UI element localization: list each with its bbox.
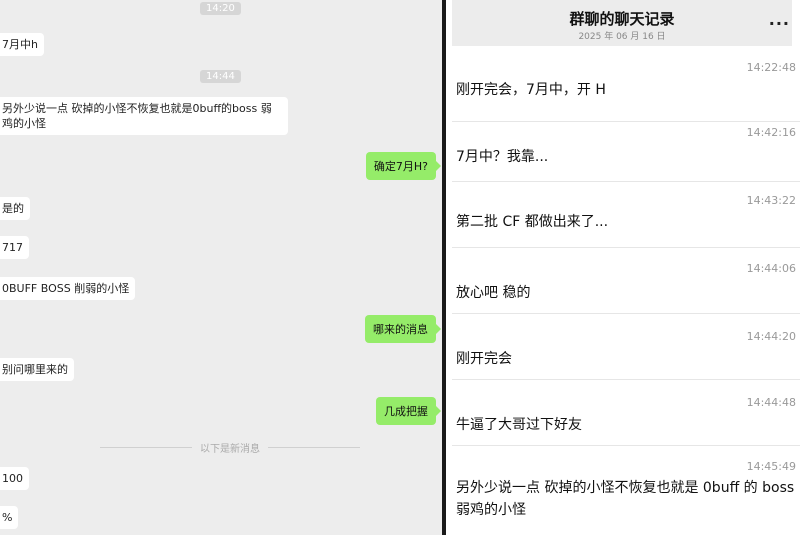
incoming-message[interactable]: % (0, 506, 19, 529)
chat-history-panel: 群聊的聊天记录 2025 年 06 月 16 日 ... 14:22:48 刚开… (446, 0, 800, 535)
new-messages-divider: 以下是新消息 (100, 440, 360, 455)
incoming-message[interactable]: 100 (0, 467, 29, 490)
timestamp: 14:44 (200, 70, 241, 83)
history-message[interactable]: 14:44:06 放心吧 稳的 (446, 248, 800, 314)
message-text: 刚开完会 (456, 351, 512, 367)
message-text: 7月中？我靠... (456, 149, 549, 165)
outgoing-message[interactable]: 哪来的消息 (365, 315, 441, 343)
outgoing-message[interactable]: 几成把握 (376, 397, 441, 425)
history-message[interactable]: 14:44:48 牛逼了大哥过下好友 (446, 380, 800, 446)
incoming-message[interactable]: 是的 (0, 197, 30, 220)
incoming-message[interactable]: 0BUFF BOSS 削弱的小怪 (0, 277, 136, 300)
history-date: 2025 年 06 月 16 日 (578, 32, 666, 42)
message-text: 刚开完会，7月中，开 H (456, 82, 606, 98)
incoming-message[interactable]: 7月中h (0, 33, 44, 56)
history-message[interactable]: 14:22:48 刚开完会，7月中，开 H (446, 58, 800, 122)
chat-history-header: 群聊的聊天记录 2025 年 06 月 16 日 ... (452, 0, 792, 46)
outgoing-message[interactable]: 确定7月H? (365, 152, 442, 180)
message-time: 14:44:20 (746, 330, 796, 343)
page-title: 群聊的聊天记录 (569, 10, 675, 28)
message-time: 14:43:22 (746, 194, 796, 207)
timestamp: 14:20 (200, 2, 241, 15)
incoming-message[interactable]: 别问哪里来的 (0, 358, 74, 381)
history-message[interactable]: 14:45:49 另外少说一点 砍掉的小怪不恢复也就是 0buff 的 boss… (446, 446, 800, 535)
message-time: 14:44:48 (746, 396, 796, 409)
message-text: 另外少说一点 砍掉的小怪不恢复也就是 0buff 的 boss 弱鸡的小怪 (456, 480, 795, 518)
message-time: 14:45:49 (746, 460, 796, 473)
message-text: 第二批 CF 都做出来了... (456, 214, 609, 230)
more-icon[interactable]: ... (769, 10, 790, 29)
message-time: 14:44:06 (746, 262, 796, 275)
incoming-message[interactable]: 另外少说一点 砍掉的小怪不恢复也就是0buff的boss 弱鸡的小怪 (0, 97, 288, 135)
new-messages-label: 以下是新消息 (200, 444, 260, 455)
history-message[interactable]: 14:44:20 刚开完会 (446, 314, 800, 380)
message-text: 放心吧 稳的 (456, 285, 531, 301)
history-message[interactable]: 14:43:22 第二批 CF 都做出来了... (446, 182, 800, 248)
message-text: 牛逼了大哥过下好友 (456, 417, 582, 433)
message-time: 14:42:16 (746, 126, 796, 139)
history-message[interactable]: 14:42:16 7月中？我靠... (446, 122, 800, 182)
incoming-message[interactable]: 717 (0, 236, 29, 259)
left-chat-panel: 14:20 7月中h 14:44 另外少说一点 砍掉的小怪不恢复也就是0buff… (0, 0, 442, 535)
message-time: 14:22:48 (746, 61, 796, 74)
